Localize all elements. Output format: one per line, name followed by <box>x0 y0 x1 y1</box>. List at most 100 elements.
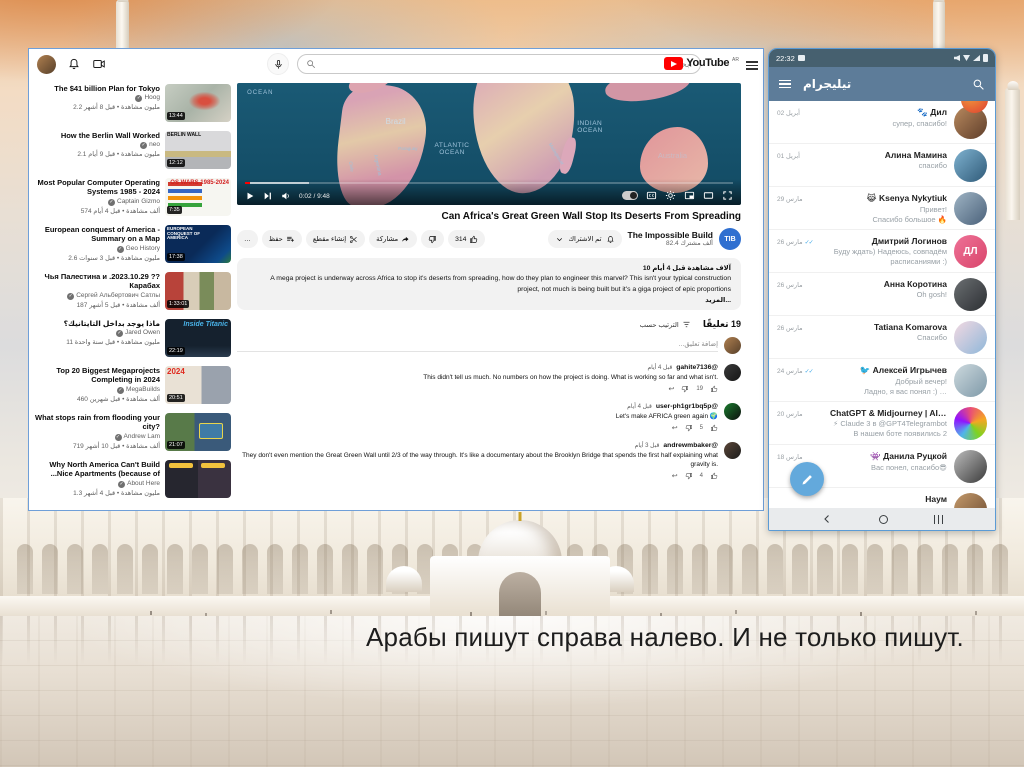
like-button[interactable]: 314 <box>448 230 486 248</box>
video-thumbnail[interactable]: 21:07 <box>165 413 231 451</box>
chat-avatar[interactable] <box>954 321 987 354</box>
comment-text: Let's make AFRICA green again 🌍 <box>615 413 718 421</box>
reply-icon[interactable]: ↩ <box>672 472 678 480</box>
related-video-item[interactable]: European conquest of America - Summary o… <box>35 225 231 263</box>
video-player[interactable]: OCEAN Brazil Paraguay Argentina Chile AT… <box>237 83 741 205</box>
comment-avatar <box>724 442 741 460</box>
more-actions-button[interactable]: … <box>237 230 258 248</box>
show-more-link[interactable]: ...المزيد <box>247 296 731 304</box>
video-duration-badge: 22:19 <box>167 347 185 355</box>
home-button[interactable] <box>878 514 888 524</box>
chat-avatar[interactable]: ДЛ <box>954 235 987 268</box>
back-button[interactable] <box>821 513 833 525</box>
video-thumbnail[interactable]: 13:44 <box>165 84 231 122</box>
video-thumbnail[interactable]: Inside Titanic 22:19 <box>165 319 231 357</box>
video-thumbnail[interactable]: EUROPEAN CONQUEST OF AMERICA 17:38 <box>165 225 231 263</box>
channel-name[interactable]: The Impossible Build <box>628 230 713 240</box>
chat-list-item[interactable]: 20 مارس ChatGPT & Midjourney | AI bot ⚡ … <box>769 402 995 445</box>
related-video-item[interactable]: ماذا يوجد بداخل التايتانيك؟ ✓ Jared Owen … <box>35 319 231 357</box>
recents-button[interactable] <box>933 514 944 524</box>
search-icon[interactable] <box>972 78 985 91</box>
comment-dislike-icon[interactable] <box>685 472 693 480</box>
save-button[interactable]: حفظ <box>261 230 302 248</box>
menu-icon[interactable] <box>779 78 791 91</box>
theater-mode-button[interactable] <box>703 190 714 201</box>
comment-time: قبل 4 أيام <box>627 404 652 411</box>
user-avatar[interactable] <box>37 54 56 74</box>
video-thumbnail[interactable] <box>165 460 231 498</box>
sort-comments-button[interactable]: الترتيب حسب <box>640 320 691 329</box>
video-thumbnail[interactable]: 2024 20:51 <box>165 366 231 404</box>
miniplayer-button[interactable] <box>684 190 695 201</box>
comment-dislike-icon[interactable] <box>681 385 689 393</box>
chat-list-item[interactable]: 26 مارس Дмитрий Логинов Буду ждать) Наде… <box>769 230 995 273</box>
video-channel: ✓ Jared Owen <box>115 329 160 338</box>
reply-icon[interactable]: ↩ <box>668 385 674 393</box>
fullscreen-button[interactable] <box>722 190 733 201</box>
video-thumbnail[interactable]: 1:33:01 <box>165 272 231 310</box>
volume-icon[interactable] <box>281 191 291 201</box>
video-thumbnail[interactable]: BERLIN WALL 12:12 <box>165 131 231 169</box>
chat-name: Алина Мамина <box>884 150 947 160</box>
video-description[interactable]: 10 آلاف مشاهدة قبل 4 أيام A mega project… <box>237 258 741 311</box>
view-count-and-date: 10 آلاف مشاهدة قبل 4 أيام <box>642 265 731 272</box>
chat-list-item[interactable]: 01 أبريل Алина Мамина спасибо <box>769 144 995 187</box>
subtitles-button[interactable] <box>646 190 657 201</box>
next-button[interactable] <box>263 191 273 201</box>
chat-list-item[interactable]: 24 مارس 🐦 Алексей Игрычев Добрый вечер! … <box>769 359 995 402</box>
chat-avatar[interactable] <box>954 149 987 182</box>
voice-search-button[interactable] <box>267 53 289 75</box>
comment-like-icon[interactable] <box>710 472 718 480</box>
map-label: Brazil <box>385 117 406 127</box>
menu-icon[interactable] <box>746 59 758 72</box>
comment-author[interactable]: user-ph1gr1bq5p@ <box>656 403 718 410</box>
share-button[interactable]: مشاركة <box>369 230 418 248</box>
settings-gear-icon[interactable] <box>665 190 676 201</box>
play-button[interactable] <box>245 191 255 201</box>
clip-button[interactable]: إنشاء مقطع <box>305 230 366 248</box>
related-video-item[interactable]: What stops rain from flooding your city?… <box>35 413 231 451</box>
comment-avatar <box>724 364 741 382</box>
related-video-item[interactable]: The $41 billion Plan for Tokyo ✓ Hoog 2.2… <box>35 84 231 122</box>
chat-date: 26 مارس <box>777 282 803 289</box>
comment-input[interactable]: إضافة تعليق... <box>237 340 718 352</box>
comment-author[interactable]: andrewmbaker@ <box>663 442 718 449</box>
create-video-icon[interactable] <box>92 57 106 71</box>
chat-avatar[interactable] <box>954 493 987 508</box>
chat-list-item[interactable]: 29 مارس 😹 Ksenya Nykytiuk Привет! Спасиб… <box>769 187 995 230</box>
notifications-bell-icon[interactable] <box>67 57 81 71</box>
chat-avatar[interactable] <box>954 364 987 397</box>
verified-icon: ✓ <box>140 142 148 150</box>
comment-author[interactable]: gahite7136@ <box>676 364 718 371</box>
related-video-item[interactable]: Why North America Can't Build ...Nice Ap… <box>35 460 231 498</box>
youtube-logo[interactable]: YouTube AR <box>664 57 739 70</box>
chat-avatar[interactable] <box>954 450 987 483</box>
related-video-item[interactable]: Top 20 Biggest Megaprojects Completing i… <box>35 366 231 404</box>
chat-avatar[interactable] <box>954 407 987 440</box>
chat-date: 20 مارس <box>777 411 803 418</box>
progress-bar[interactable] <box>245 182 733 184</box>
reply-icon[interactable]: ↩ <box>672 424 678 432</box>
autoplay-toggle[interactable] <box>622 191 638 200</box>
pencil-icon <box>800 472 815 487</box>
comment-like-icon[interactable] <box>710 424 718 432</box>
search-bar[interactable]: ابحث <box>297 54 701 74</box>
comment-dislike-icon[interactable] <box>685 424 693 432</box>
subscribed-button[interactable]: تم الاشتراك <box>548 230 622 248</box>
related-video-item[interactable]: Most Popular Computer Operating Systems … <box>35 178 231 216</box>
slide-caption: Арабы пишут справа налево. И не только п… <box>366 622 964 652</box>
chat-avatar[interactable] <box>954 192 987 225</box>
thumb-down-icon <box>428 235 437 244</box>
related-video-item[interactable]: How the Berlin Wall Worked ✓ neo 2.1 مليو… <box>35 131 231 169</box>
chat-list-item[interactable]: 02 أبريل 🐾 Дил супер, спасибо! <box>769 101 995 144</box>
chat-avatar[interactable] <box>954 278 987 311</box>
video-thumbnail[interactable]: OS WARS 1985-2024 7:35 <box>165 178 231 216</box>
channel-avatar[interactable]: TIB <box>719 228 741 250</box>
dislike-button[interactable] <box>421 230 445 248</box>
chat-list-item[interactable]: 26 مارس Tatiana Komarova Спасибо <box>769 316 995 359</box>
chat-list-item[interactable]: 26 مارس Анна Коротина Oh gosh! <box>769 273 995 316</box>
comment-like-icon[interactable] <box>710 385 718 393</box>
compose-fab[interactable] <box>790 462 824 496</box>
telegram-screenshot: 22:32 تيليجرام 02 أبريل 🐾 Дил супер, спа… <box>768 48 996 531</box>
related-video-item[interactable]: Чья Палестина и .2023.10.29 ?? Карабах ✓… <box>35 272 231 310</box>
